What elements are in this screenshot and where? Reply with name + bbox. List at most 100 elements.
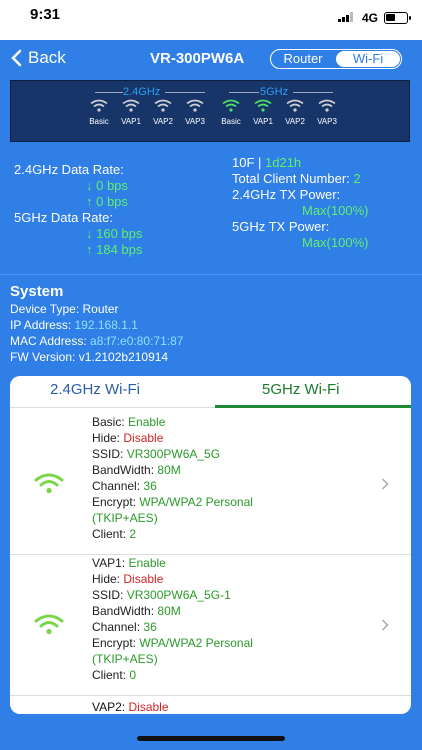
wifi-port-1: VAP1 bbox=[115, 99, 147, 126]
ip-label: IP Address: bbox=[10, 318, 75, 332]
encrypt-value: WPA/WPA2 Personal bbox=[139, 495, 253, 509]
encrypt-cipher: (TKIP+AES) bbox=[92, 511, 158, 525]
clients-label: Total Client Number: bbox=[232, 171, 354, 186]
wifi-icon bbox=[186, 99, 204, 112]
fw-value: v1.2102b210914 bbox=[78, 350, 169, 364]
entry-state: Enable bbox=[128, 415, 166, 429]
hide-label: Hide: bbox=[92, 572, 121, 586]
wifi-icon bbox=[222, 99, 240, 112]
client-label: Client: bbox=[92, 668, 127, 682]
bandwidth-label: BandWidth: bbox=[92, 604, 155, 618]
wifi-tabs: 2.4GHz Wi-Fi 5GHz Wi-Fi bbox=[10, 376, 411, 408]
tx24-value: Max(100%) bbox=[302, 203, 369, 218]
rate-5-up: ↑ 184 bps bbox=[86, 242, 143, 257]
port-label: VAP2 bbox=[285, 117, 305, 126]
rate-5-down: ↓ 160 bps bbox=[86, 226, 143, 241]
entry-name-label: VAP1: bbox=[92, 556, 126, 570]
ssid-label: SSID: bbox=[92, 447, 124, 461]
mac-label: MAC Address: bbox=[10, 334, 91, 348]
port-label: VAP2 bbox=[153, 117, 173, 126]
tab-24ghz[interactable]: 2.4GHz Wi-Fi bbox=[50, 381, 140, 398]
wifi-icon bbox=[34, 473, 64, 494]
channel-label: Channel: bbox=[92, 620, 141, 634]
band-label-5: 5GHz bbox=[260, 86, 289, 98]
port-label: VAP3 bbox=[317, 117, 337, 126]
nav-bar: Back VR-300PW6A Router Wi-Fi bbox=[0, 40, 422, 78]
port-label: Basic bbox=[221, 117, 241, 126]
port-label: VAP1 bbox=[253, 117, 273, 126]
device-type-label: Device Type: bbox=[10, 302, 83, 316]
ip-value: 192.168.1.1 bbox=[74, 318, 138, 332]
vap2-label: VAP2: bbox=[92, 700, 126, 714]
band-divider bbox=[165, 92, 205, 93]
clients-value: 2 bbox=[353, 171, 361, 186]
wifi-icon bbox=[286, 99, 304, 112]
signal-icon bbox=[338, 12, 353, 22]
bandwidth-value: 80M bbox=[157, 604, 181, 618]
ssid-entry[interactable]: Basic: Enable Hide: Disable SSID: VR300PW6… bbox=[10, 414, 411, 555]
channel-label: Channel: bbox=[92, 479, 141, 493]
rate-24-up: ↑ 0 bps bbox=[86, 194, 128, 209]
client-value: 2 bbox=[129, 527, 137, 541]
hide-label: Hide: bbox=[92, 431, 121, 445]
wifi-port-5: VAP1 bbox=[247, 99, 279, 126]
chevron-left-icon bbox=[11, 49, 22, 67]
uptime-value: 1d21h bbox=[265, 155, 302, 170]
wifi-port-2: VAP2 bbox=[147, 99, 179, 126]
channel-value: 36 bbox=[143, 479, 157, 493]
band-label-24: 2.4GHz bbox=[123, 86, 161, 98]
segment-router[interactable]: Router bbox=[271, 50, 335, 68]
chevron-right-icon bbox=[381, 478, 389, 490]
channel-value: 36 bbox=[143, 620, 157, 634]
vap2-state: Disable bbox=[128, 700, 169, 714]
ssid-value: VR300PW6A_5G bbox=[126, 447, 221, 461]
encrypt-label: Encrypt: bbox=[92, 636, 137, 650]
entry-name-label: Basic: bbox=[92, 415, 125, 429]
wifi-icon bbox=[154, 99, 172, 112]
system-title: System bbox=[10, 283, 64, 300]
wifi-icon bbox=[318, 99, 336, 112]
back-button[interactable]: Back bbox=[10, 48, 66, 68]
vap2-row[interactable]: VAP2: Disable bbox=[92, 700, 169, 714]
floor-label: 10F | bbox=[232, 155, 266, 170]
encrypt-cipher: (TKIP+AES) bbox=[92, 652, 158, 666]
tx24-label: 2.4GHz TX Power: bbox=[232, 187, 341, 202]
wifi-icon bbox=[90, 99, 108, 112]
wifi-icon bbox=[254, 99, 272, 112]
port-label: VAP3 bbox=[185, 117, 205, 126]
mac-value: a8:f7:e0:80:71:87 bbox=[90, 334, 184, 348]
bandwidth-label: BandWidth: bbox=[92, 463, 155, 477]
ssid-entry[interactable]: VAP1: Enable Hide: Disable SSID: VR300PW6A… bbox=[10, 555, 411, 696]
entry-state: Enable bbox=[128, 556, 166, 570]
home-indicator bbox=[137, 736, 285, 741]
bandwidth-value: 80M bbox=[157, 463, 181, 477]
encrypt-value: WPA/WPA2 Personal bbox=[139, 636, 253, 650]
wifi-port-4: Basic bbox=[215, 99, 247, 126]
back-label: Back bbox=[28, 48, 66, 67]
chevron-right-icon bbox=[381, 619, 389, 631]
tx5-label: 5GHz TX Power: bbox=[232, 219, 330, 234]
divider bbox=[0, 274, 422, 275]
wifi-icon bbox=[122, 99, 140, 112]
status-time: 9:31 bbox=[30, 6, 61, 23]
wifi-port-7: VAP3 bbox=[311, 99, 343, 126]
system-block: System Device Type: Router IP Address: 1… bbox=[10, 283, 183, 365]
hide-state: Disable bbox=[123, 572, 164, 586]
tab-5ghz[interactable]: 5GHz Wi-Fi bbox=[262, 381, 340, 398]
rate-5-label: 5GHz Data Rate: bbox=[14, 210, 113, 225]
entry-details: Basic: Enable Hide: Disable SSID: VR300PW6… bbox=[92, 414, 253, 542]
band-divider bbox=[293, 92, 333, 93]
rate-24-down: ↓ 0 bps bbox=[86, 178, 128, 193]
stats-block: 10F | 1d21h Total Client Number: 2 2.4GH… bbox=[232, 155, 368, 251]
wifi-port-6: VAP2 bbox=[279, 99, 311, 126]
mode-segmented-control: Router Wi-Fi bbox=[270, 49, 402, 69]
device-type-value: Router bbox=[82, 302, 119, 316]
wifi-card: 2.4GHz Wi-Fi 5GHz Wi-Fi Basic: Enable Hid… bbox=[10, 376, 411, 714]
ssid-value: VR300PW6A_5G-1 bbox=[126, 588, 231, 602]
wifi-port-3: VAP3 bbox=[179, 99, 211, 126]
battery-icon bbox=[384, 12, 411, 24]
port-label: Basic bbox=[89, 117, 109, 126]
device-panel: 2.4GHz 5GHz Basic VAP1 VAP2 VAP3 Basic VAP1 VA… bbox=[10, 80, 410, 142]
segment-wifi[interactable]: Wi-Fi bbox=[336, 51, 400, 67]
encrypt-label: Encrypt: bbox=[92, 495, 137, 509]
